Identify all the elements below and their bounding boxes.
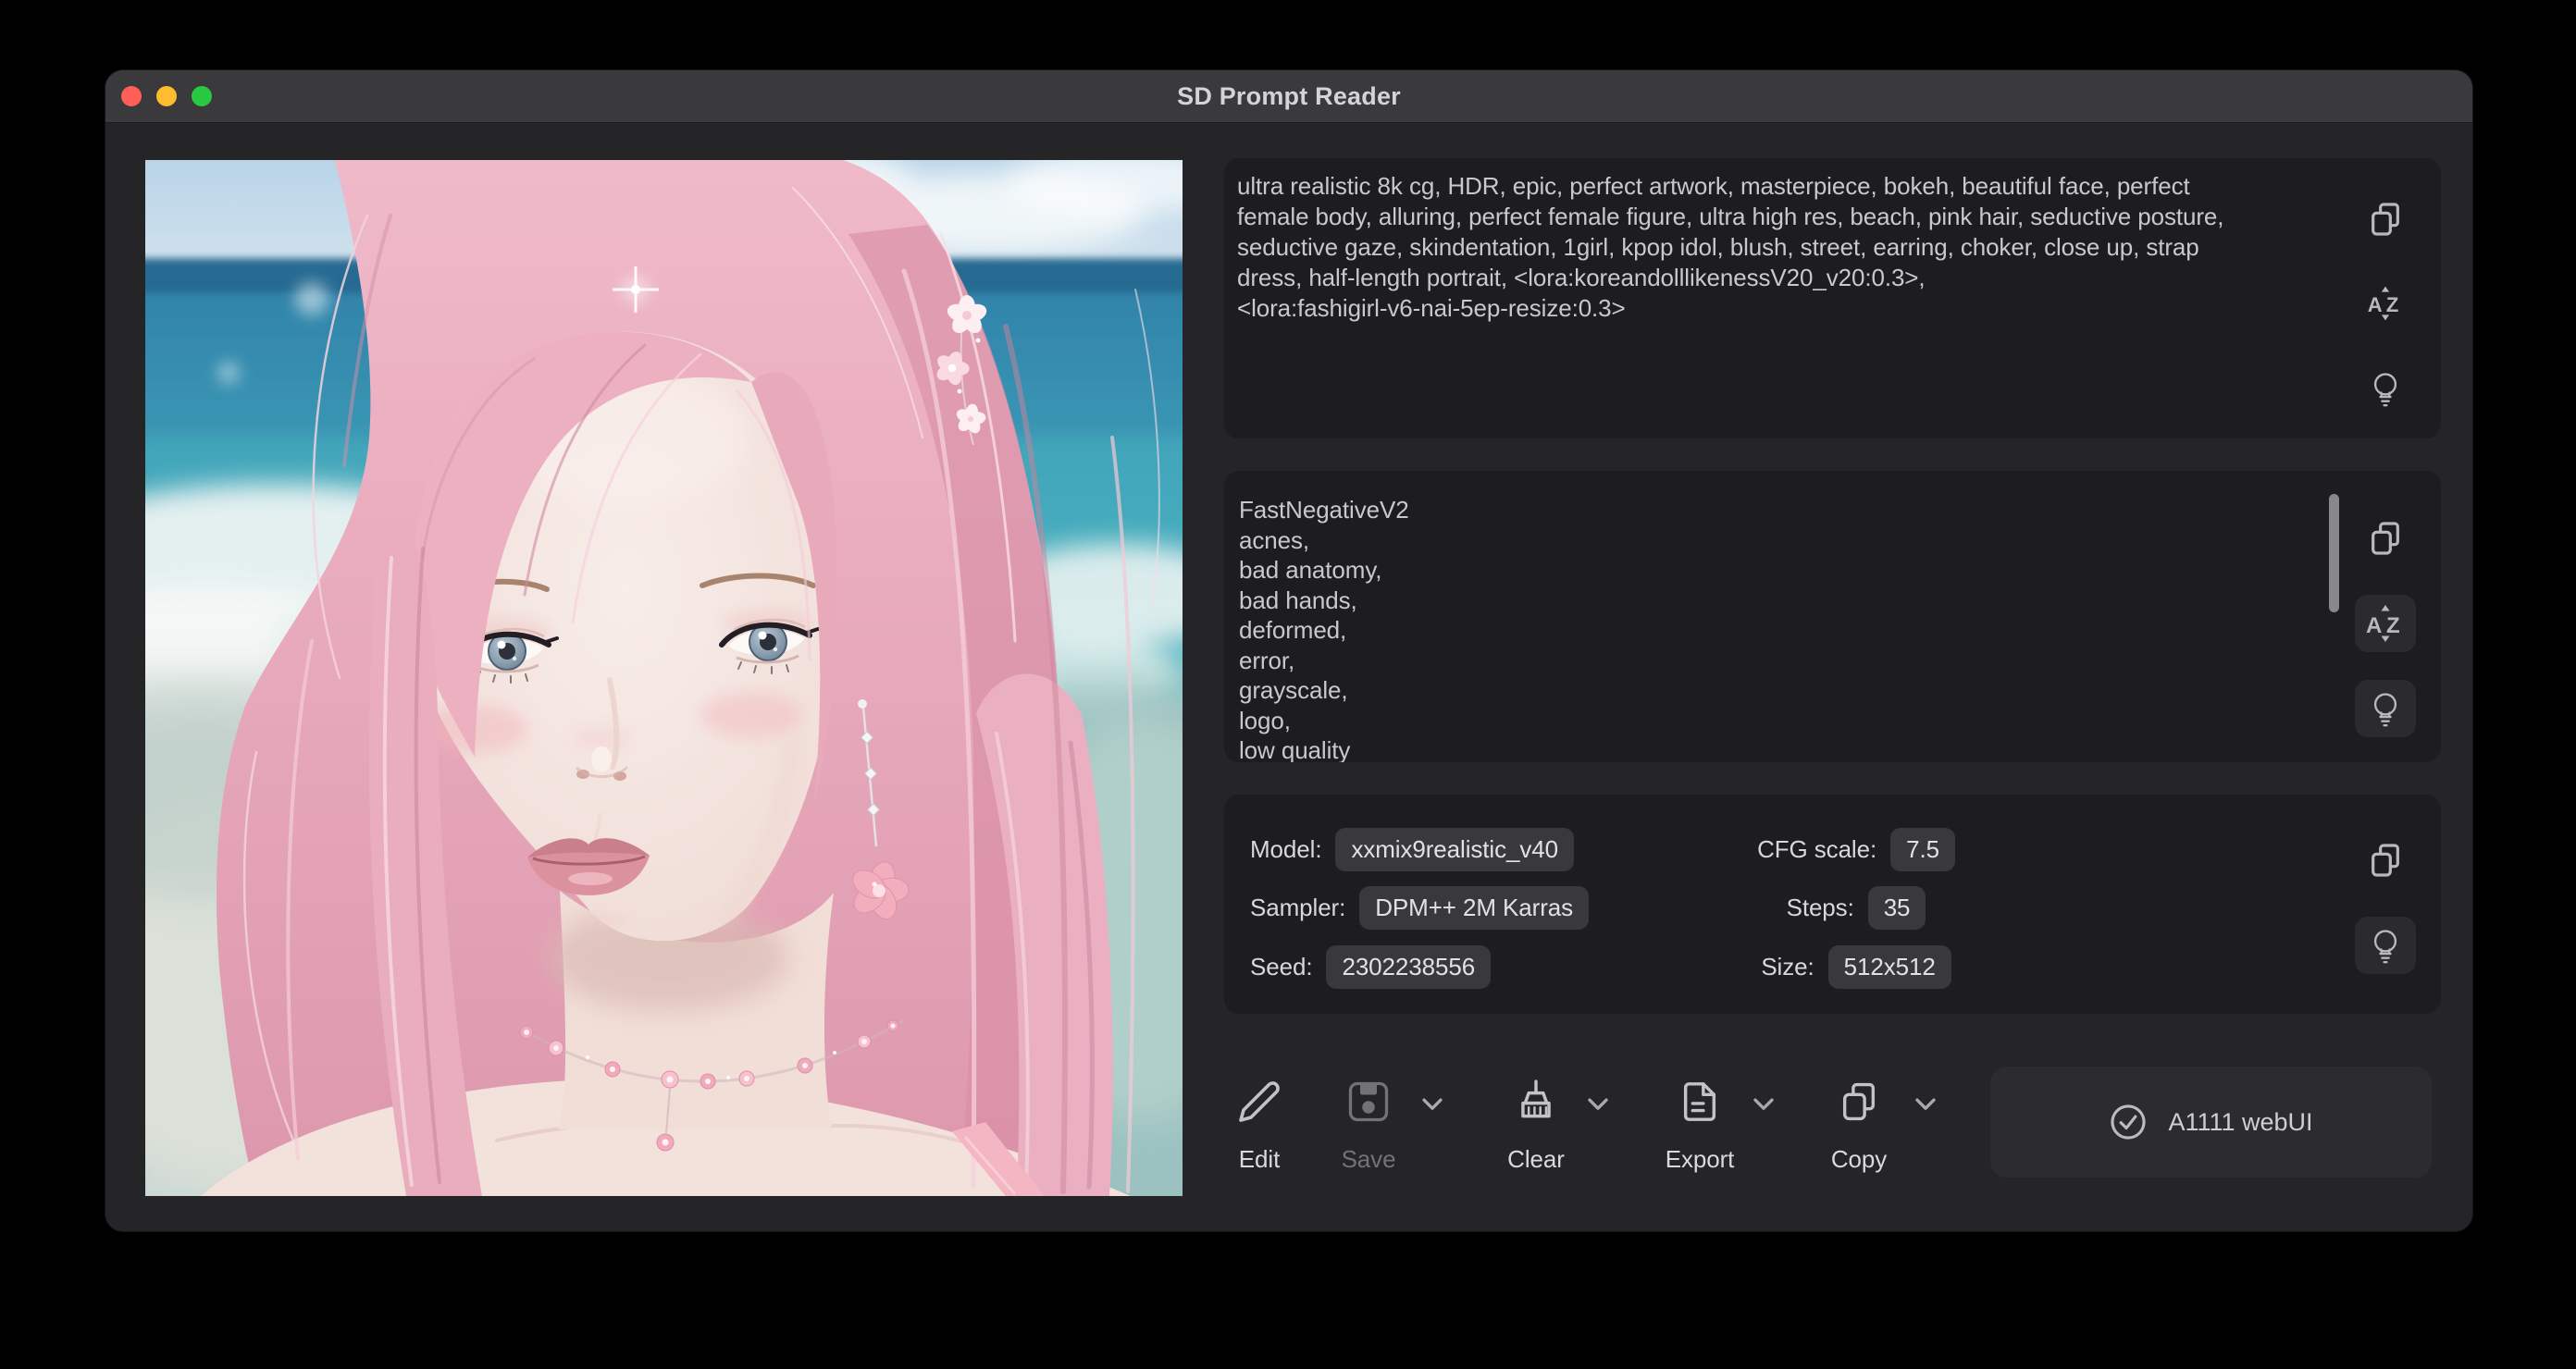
copy-icon [2367, 520, 2404, 557]
size-value: 512x512 [1828, 945, 1951, 989]
cfg-value: 7.5 [1890, 828, 1955, 871]
hint-parameters-button[interactable] [2355, 917, 2416, 974]
size-row: Size: 512x512 [1648, 943, 2064, 991]
copy-label: Copy [1780, 1145, 1938, 1174]
cfg-row: CFG scale: 7.5 [1648, 825, 2064, 873]
sampler-value: DPM++ 2M Karras [1359, 886, 1589, 930]
copy-negative-button[interactable] [2365, 518, 2406, 559]
size-label: Size: [1761, 953, 1814, 981]
negative-prompt-text[interactable]: FastNegativeV2 acnes, bad anatomy, bad h… [1239, 495, 2302, 762]
lightbulb-icon [2367, 925, 2404, 966]
hint-negative-button[interactable] [2355, 680, 2416, 737]
copy-raw-button[interactable] [1833, 1076, 1885, 1128]
pencil-icon [1237, 1079, 1282, 1124]
edit-button[interactable] [1233, 1076, 1285, 1128]
clear-label: Clear [1457, 1145, 1615, 1174]
cfg-label: CFG scale: [1757, 835, 1876, 864]
chevron-down-icon [1586, 1095, 1610, 1112]
seed-row: Seed: 2302238556 [1250, 943, 1491, 991]
sampler-row: Sampler: DPM++ 2M Karras [1250, 883, 1589, 931]
negative-prompt-panel: FastNegativeV2 acnes, bad anatomy, bad h… [1224, 471, 2441, 762]
steps-label: Steps: [1787, 894, 1854, 922]
lightbulb-icon [2367, 368, 2404, 409]
floppy-icon [1346, 1079, 1391, 1124]
file-export-icon [1678, 1080, 1721, 1123]
generated-portrait-image [145, 160, 1183, 1196]
hint-positive-button[interactable] [2365, 368, 2406, 409]
check-circle-icon [2109, 1103, 2148, 1141]
image-preview[interactable] [145, 160, 1183, 1196]
titlebar[interactable]: SD Prompt Reader [105, 70, 2472, 123]
copy-icon [1838, 1080, 1880, 1123]
svg-text:A: A [2368, 293, 2383, 316]
clear-menu-chevron[interactable] [1586, 1095, 1610, 1112]
lightbulb-icon [2367, 688, 2404, 729]
parameters-panel: Model: xxmix9realistic_v40 Sampler: DPM+… [1224, 795, 2441, 1014]
model-value: xxmix9realistic_v40 [1335, 828, 1574, 871]
sort-az-icon: A Z [2363, 601, 2408, 646]
sort-negative-button[interactable]: A Z [2355, 595, 2416, 652]
export-menu-chevron[interactable] [1752, 1095, 1776, 1112]
sort-positive-button[interactable]: A Z [2365, 283, 2406, 324]
scrollbar-thumb[interactable] [2329, 494, 2339, 612]
save-button[interactable] [1343, 1076, 1394, 1128]
steps-value: 35 [1868, 886, 1926, 930]
window-title: SD Prompt Reader [105, 70, 2472, 122]
seed-value: 2302238556 [1326, 945, 1491, 989]
copy-icon [2367, 842, 2404, 879]
save-label: Save [1290, 1145, 1447, 1174]
model-row: Model: xxmix9realistic_v40 [1250, 825, 1574, 873]
status-label: A1111 webUI [2168, 1108, 2312, 1137]
positive-prompt-panel: ultra realistic 8k cg, HDR, epic, perfec… [1224, 158, 2441, 438]
model-label: Model: [1250, 835, 1321, 864]
save-menu-chevron[interactable] [1420, 1095, 1444, 1112]
source-tool-status: A1111 webUI [1990, 1067, 2432, 1178]
positive-prompt-text[interactable]: ultra realistic 8k cg, HDR, epic, perfec… [1237, 171, 2345, 431]
app-window: SD Prompt Reader [105, 69, 2473, 1232]
copy-positive-button[interactable] [2365, 199, 2406, 240]
copy-menu-chevron[interactable] [1913, 1095, 1938, 1112]
copy-parameters-button[interactable] [2365, 840, 2406, 881]
export-label: Export [1621, 1145, 1778, 1174]
export-button[interactable] [1674, 1076, 1726, 1128]
svg-text:Z: Z [2386, 293, 2398, 316]
seed-label: Seed: [1250, 953, 1312, 981]
sampler-label: Sampler: [1250, 894, 1345, 922]
clear-button[interactable] [1510, 1076, 1562, 1128]
brush-icon [1513, 1079, 1559, 1125]
chevron-down-icon [1420, 1095, 1444, 1112]
steps-row: Steps: 35 [1648, 883, 2064, 931]
sort-az-icon: A Z [2365, 281, 2406, 326]
chevron-down-icon [1752, 1095, 1776, 1112]
desktop: SD Prompt Reader [0, 0, 2576, 1369]
copy-icon [2367, 201, 2404, 238]
svg-text:Z: Z [2386, 613, 2400, 638]
chevron-down-icon [1913, 1095, 1938, 1112]
svg-text:A: A [2366, 613, 2382, 638]
